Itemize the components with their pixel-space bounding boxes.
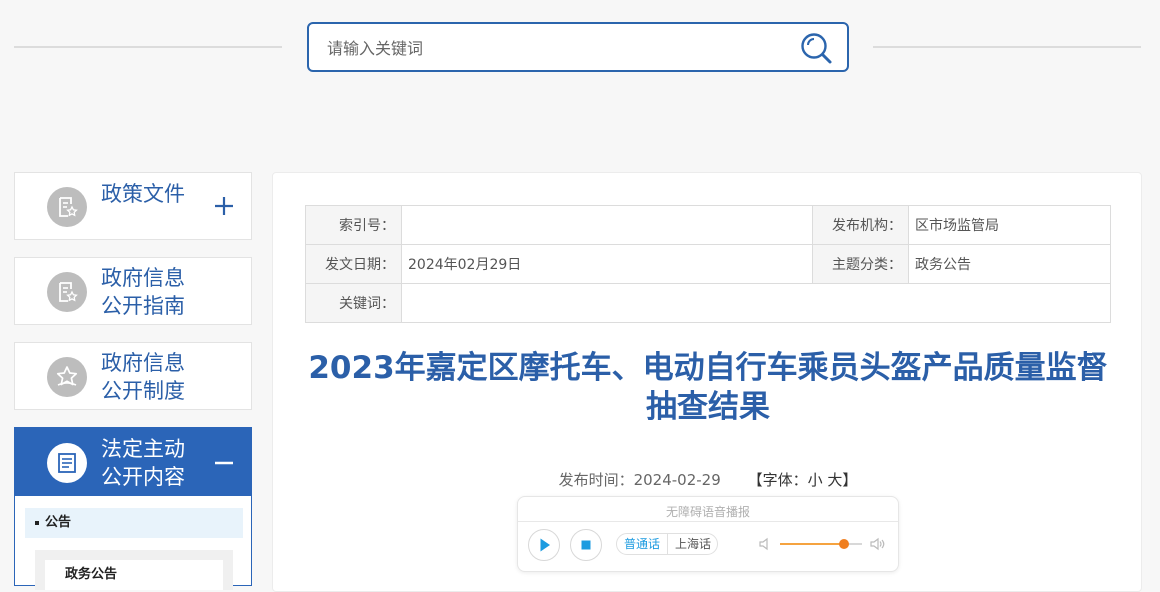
- volume-high-icon[interactable]: [870, 536, 886, 552]
- topic-value: 政务公告: [908, 244, 1111, 284]
- sidebar-subsub-list: 政务公告: [35, 550, 233, 590]
- sidebar-item-disclosure-system[interactable]: 政府信息 公开制度: [14, 342, 252, 410]
- audio-player: 无障碍语音播报 普通话 上海话: [517, 496, 899, 572]
- stop-icon: [581, 540, 591, 550]
- search-icon[interactable]: [799, 31, 833, 65]
- bullet-icon: [35, 521, 39, 525]
- volume-fill: [780, 543, 844, 545]
- topic-label: 主题分类：: [812, 244, 909, 284]
- sidebar-subsub-item-gov-announcement[interactable]: 政务公告: [45, 560, 223, 590]
- date-value: 2024年02月29日: [401, 244, 813, 284]
- sidebar-item-label: 法定主动 公开内容: [101, 437, 185, 489]
- index-value: [401, 205, 813, 245]
- player-progress-line: [518, 521, 898, 522]
- list-document-icon: [47, 443, 87, 483]
- font-large-link[interactable]: 大: [827, 471, 842, 489]
- play-button[interactable]: [528, 529, 560, 561]
- collapse-minus-icon[interactable]: [213, 452, 235, 474]
- meta-table: 索引号： 发布机构： 区市场监管局 发文日期： 2024年02月29日 主题分类…: [305, 205, 1111, 323]
- star-badge-icon: [47, 357, 87, 397]
- sidebar-item-label: 政府信息 公开指南: [101, 266, 185, 318]
- publish-label: 发布时间：: [558, 471, 634, 489]
- search-input[interactable]: [325, 24, 789, 72]
- sidebar-item-label: 政策文件: [101, 182, 185, 206]
- sidebar-subpanel: 公告 政务公告: [14, 496, 252, 590]
- article-card: 索引号： 发布机构： 区市场监管局 发文日期： 2024年02月29日 主题分类…: [272, 172, 1142, 592]
- stop-button[interactable]: [570, 529, 602, 561]
- expand-plus-icon[interactable]: [213, 195, 235, 217]
- org-label: 发布机构：: [812, 205, 909, 245]
- publish-info: 发布时间：2024-02-29 【字体：小 大】: [273, 469, 1143, 490]
- document-icon: [47, 272, 87, 312]
- font-small-link[interactable]: 小: [808, 471, 823, 489]
- keyword-label: 关键词：: [305, 283, 402, 323]
- volume-knob[interactable]: [838, 539, 849, 549]
- search-box: [307, 22, 849, 72]
- header-divider-right: [873, 46, 1141, 48]
- sidebar-item-label: 政府信息 公开制度: [101, 351, 185, 403]
- article-title: 2023年嘉定区摩托车、电动自行车乘员头盔产品质量监督抽查结果: [308, 350, 1108, 425]
- lang-shanghai-button[interactable]: 上海话: [667, 534, 717, 554]
- org-value: 区市场监管局: [908, 205, 1111, 245]
- header-divider-left: [14, 46, 282, 48]
- volume-slider[interactable]: [780, 539, 862, 549]
- sidebar-item-statutory-disclosure[interactable]: 法定主动 公开内容: [14, 427, 252, 497]
- document-icon: [47, 187, 87, 227]
- volume-low-icon[interactable]: [758, 536, 774, 552]
- player-title: 无障碍语音播报: [665, 505, 750, 519]
- sidebar-sub-item-announcement[interactable]: 公告: [25, 508, 243, 538]
- sidebar-item-disclosure-guide[interactable]: 政府信息 公开指南: [14, 257, 252, 325]
- index-label: 索引号：: [305, 205, 402, 245]
- publish-date: 2024-02-29: [633, 471, 721, 489]
- date-label: 发文日期：: [305, 244, 402, 284]
- play-icon: [540, 538, 550, 552]
- keyword-value: [401, 283, 1111, 323]
- lang-mandarin-button[interactable]: 普通话: [617, 534, 667, 554]
- language-switch: 普通话 上海话: [616, 533, 718, 555]
- sidebar-item-policy-files[interactable]: 政策文件: [14, 172, 252, 240]
- font-size-control: 【字体：小 大】: [747, 471, 858, 489]
